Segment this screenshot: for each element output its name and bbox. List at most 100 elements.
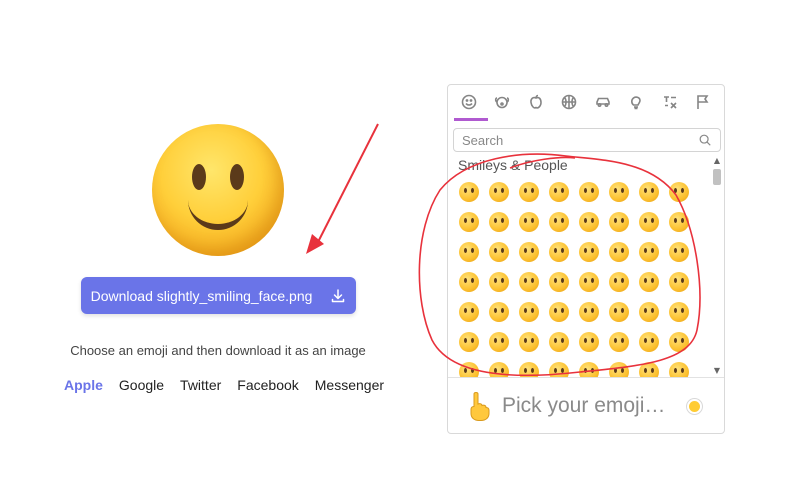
emoji-cell[interactable]	[664, 237, 694, 267]
dog-icon[interactable]	[491, 91, 513, 113]
emoji-face-icon	[459, 182, 479, 202]
emoji-cell[interactable]	[514, 267, 544, 297]
emoji-cell[interactable]	[664, 267, 694, 297]
emoji-cell[interactable]	[604, 327, 634, 357]
emoji-cell[interactable]	[544, 297, 574, 327]
emoji-face-icon	[459, 302, 479, 322]
emoji-cell[interactable]	[604, 177, 634, 207]
emoji-cell[interactable]	[664, 297, 694, 327]
annotation-arrow	[315, 123, 379, 247]
emoji-cell[interactable]	[454, 207, 484, 237]
emoji-cell[interactable]	[664, 327, 694, 357]
platform-facebook[interactable]: Facebook	[237, 377, 298, 393]
scrollbar-thumb[interactable]	[713, 169, 721, 185]
emoji-cell[interactable]	[484, 357, 514, 377]
emoji-face-icon	[519, 302, 539, 322]
emoji-cell[interactable]	[484, 207, 514, 237]
emoji-cell[interactable]	[454, 177, 484, 207]
emoji-cell[interactable]	[604, 207, 634, 237]
emoji-face-icon	[669, 242, 689, 262]
platform-twitter[interactable]: Twitter	[180, 377, 221, 393]
emoji-cell[interactable]	[454, 297, 484, 327]
emoji-cell[interactable]	[454, 267, 484, 297]
scroll-down-arrow[interactable]: ▼	[713, 367, 721, 375]
emoji-search-input[interactable]	[454, 130, 698, 150]
emoji-cell[interactable]	[574, 237, 604, 267]
emoji-cell[interactable]	[634, 207, 664, 237]
emoji-cell[interactable]	[544, 207, 574, 237]
emoji-face-icon	[609, 332, 629, 352]
emoji-face-icon	[459, 332, 479, 352]
emoji-cell[interactable]	[544, 267, 574, 297]
emoji-cell[interactable]	[574, 327, 604, 357]
emoji-cell[interactable]	[634, 177, 664, 207]
car-icon[interactable]	[592, 91, 614, 113]
emoji-cell[interactable]	[574, 177, 604, 207]
emoji-cell[interactable]	[634, 267, 664, 297]
emoji-cell[interactable]	[574, 267, 604, 297]
emoji-cell[interactable]	[604, 357, 634, 377]
emoji-cell[interactable]	[544, 177, 574, 207]
smiley-icon[interactable]	[458, 91, 480, 113]
download-button[interactable]: Download slightly_smiling_face.png	[81, 277, 356, 314]
emoji-cell[interactable]	[544, 357, 574, 377]
emoji-cell[interactable]	[634, 357, 664, 377]
emoji-face-icon	[519, 182, 539, 202]
platform-apple[interactable]: Apple	[64, 377, 103, 393]
emoji-cell[interactable]	[514, 327, 544, 357]
emoji-cell[interactable]	[634, 297, 664, 327]
lightbulb-icon[interactable]	[625, 91, 647, 113]
emoji-face-icon	[669, 272, 689, 292]
emoji-face-icon	[609, 302, 629, 322]
emoji-cell[interactable]	[664, 207, 694, 237]
emoji-face-icon	[639, 242, 659, 262]
emoji-face-icon	[579, 242, 599, 262]
emoji-cell[interactable]	[574, 297, 604, 327]
slightly-smiling-face-emoji	[152, 124, 284, 256]
apple-icon[interactable]	[525, 91, 547, 113]
symbols-icon[interactable]	[659, 91, 681, 113]
emoji-cell[interactable]	[484, 177, 514, 207]
scrollbar[interactable]: ▲ ▼	[712, 155, 722, 377]
emoji-cell[interactable]	[574, 357, 604, 377]
emoji-cell[interactable]	[484, 327, 514, 357]
platform-messenger[interactable]: Messenger	[315, 377, 384, 393]
emoji-face-icon	[579, 362, 599, 377]
emoji-cell[interactable]	[664, 357, 694, 377]
platform-google[interactable]: Google	[119, 377, 164, 393]
emoji-cell[interactable]	[484, 297, 514, 327]
emoji-search-field[interactable]	[453, 128, 721, 152]
emoji-cell[interactable]	[634, 327, 664, 357]
emoji-grid	[454, 177, 694, 377]
emoji-cell[interactable]	[484, 237, 514, 267]
emoji-face-icon	[579, 332, 599, 352]
emoji-cell[interactable]	[484, 267, 514, 297]
emoji-cell[interactable]	[574, 207, 604, 237]
emoji-face-icon	[669, 332, 689, 352]
emoji-cell[interactable]	[454, 357, 484, 377]
flag-icon[interactable]	[692, 91, 714, 113]
emoji-cell[interactable]	[514, 177, 544, 207]
emoji-cell[interactable]	[514, 237, 544, 267]
skin-tone-selector[interactable]	[689, 401, 700, 412]
emoji-cell[interactable]	[664, 177, 694, 207]
emoji-face-icon	[489, 182, 509, 202]
emoji-cell[interactable]	[604, 237, 634, 267]
emoji-face-icon	[549, 302, 569, 322]
basketball-icon[interactable]	[558, 91, 580, 113]
scroll-up-arrow[interactable]: ▲	[713, 157, 721, 165]
emoji-cell[interactable]	[544, 237, 574, 267]
emoji-cell[interactable]	[514, 297, 544, 327]
pointing-up-hand-icon	[470, 392, 490, 421]
emoji-cell[interactable]	[454, 237, 484, 267]
emoji-cell[interactable]	[454, 327, 484, 357]
emoji-face-icon	[579, 212, 599, 232]
emoji-cell[interactable]	[634, 237, 664, 267]
emoji-cell[interactable]	[604, 267, 634, 297]
emoji-face-icon	[669, 362, 689, 377]
emoji-cell[interactable]	[514, 357, 544, 377]
emoji-cell[interactable]	[514, 207, 544, 237]
emoji-cell[interactable]	[544, 327, 574, 357]
emoji-face-icon	[549, 182, 569, 202]
emoji-cell[interactable]	[604, 297, 634, 327]
